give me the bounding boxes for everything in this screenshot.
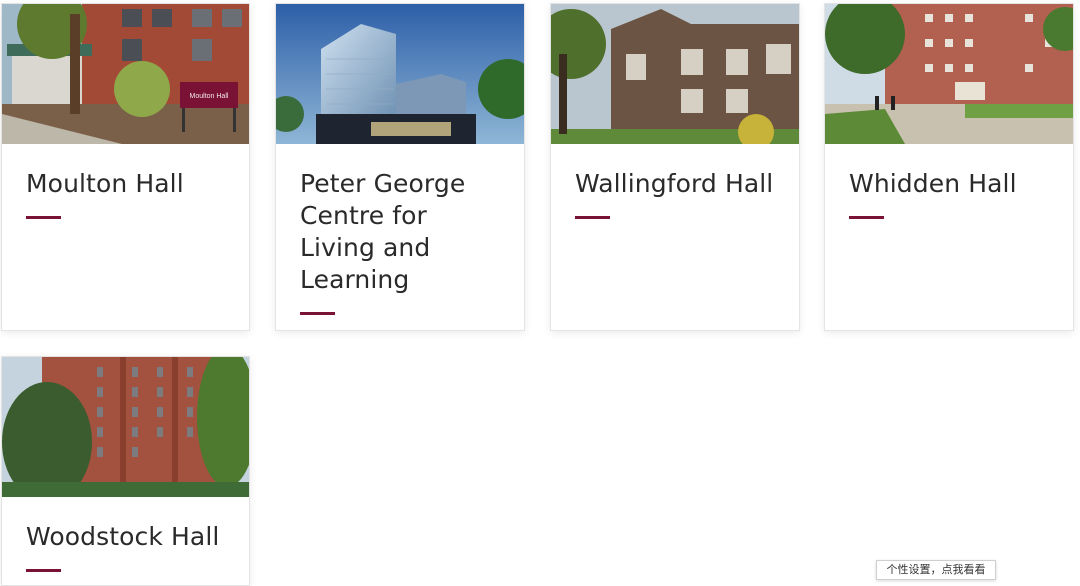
accent-rule	[575, 216, 610, 219]
accent-rule	[849, 216, 884, 219]
card-title: Whidden Hall	[849, 169, 1017, 198]
accent-rule	[300, 312, 335, 315]
card-moulton-hall[interactable]: Moulton Hall Moulton Hall	[1, 3, 250, 331]
building-photo	[2, 357, 249, 497]
residence-card-grid: Moulton Hall Moulton Hall Peter George C…	[0, 0, 1080, 586]
accent-rule	[26, 216, 61, 219]
sign-text: Moulton Hall	[190, 93, 229, 100]
card-peter-george-centre[interactable]: Peter George Centre for Living and Learn…	[275, 3, 525, 331]
building-photo: Moulton Hall	[2, 4, 249, 144]
card-title: Peter George Centre for Living and Learn…	[300, 169, 466, 294]
card-title: Woodstock Hall	[26, 522, 220, 551]
building-photo	[825, 4, 1073, 144]
building-photo	[551, 4, 799, 144]
accent-rule	[26, 569, 61, 572]
card-title: Wallingford Hall	[575, 169, 774, 198]
card-whidden-hall[interactable]: Whidden Hall	[824, 3, 1074, 331]
building-photo	[276, 4, 524, 144]
settings-tooltip-button[interactable]: 个性设置，点我看看	[876, 560, 996, 580]
card-title: Moulton Hall	[26, 169, 184, 198]
card-wallingford-hall[interactable]: Wallingford Hall	[550, 3, 800, 331]
card-woodstock-hall[interactable]: Woodstock Hall	[1, 356, 250, 586]
